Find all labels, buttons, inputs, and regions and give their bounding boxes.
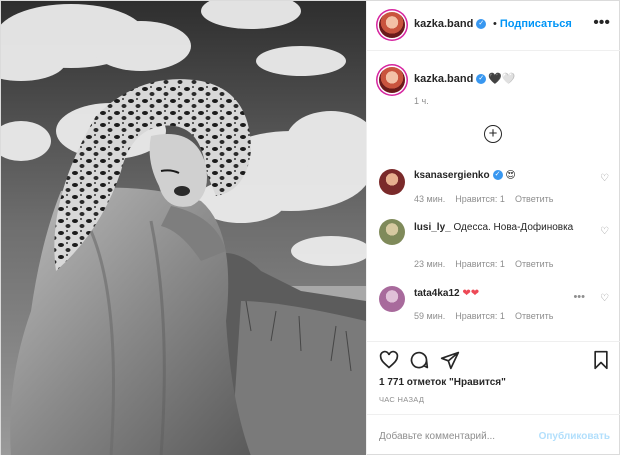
comment-text: ❤❤ [462,288,480,299]
bookmark-icon[interactable] [592,350,610,370]
verified-icon: ✓ [492,170,503,181]
comment-likes[interactable]: Нравится: 1 [455,194,505,204]
comment-bubble-icon[interactable] [409,350,429,370]
load-more-comments-icon[interactable]: + [484,125,502,143]
comment-meta: 59 мин. Нравится: 1 Ответить [414,311,563,321]
reply-button[interactable]: Ответить [515,259,553,269]
comment-meta: 43 мин. Нравится: 1 Ответить [414,194,563,204]
comment-avatar[interactable] [379,286,405,312]
more-options-icon[interactable]: ••• [593,14,610,32]
post-header: kazka.band ✓ • Подписаться ••• [367,1,620,51]
comment-avatar[interactable] [379,219,405,245]
comment-heart-icon[interactable]: ♡ [600,173,609,184]
comment-time[interactable]: 23 мин. [414,259,445,269]
comment-more-icon[interactable]: ••• [573,291,585,303]
comment-text: Одесса. Нова-Дофиновка [453,222,574,233]
post-photo[interactable] [1,1,366,455]
follow-button[interactable]: • Подписаться [493,18,572,30]
likes-count[interactable]: 1 771 отметок "Нравится" [379,377,506,388]
caption-username[interactable]: kazka.band ✓ [414,73,487,85]
caption-time[interactable]: 1 ч. [414,96,429,106]
comment-avatar[interactable] [379,169,405,195]
comment-time[interactable]: 43 мин. [414,194,445,204]
add-comment-bar: Добавьте комментарий... Опубликовать [367,414,620,455]
verified-icon: ✓ [476,19,487,30]
author-avatar[interactable] [379,12,405,38]
verified-icon: ✓ [476,74,487,85]
comment-username[interactable]: lusi_ly_ Одесса. Нова-Дофиновка [414,221,579,235]
share-send-icon[interactable] [440,350,460,370]
comment-likes[interactable]: Нравится: 1 [455,259,505,269]
comment-meta: 23 мин. Нравится: 1 Ответить [414,259,563,269]
like-heart-icon[interactable] [379,350,399,370]
action-bar [367,341,620,379]
photo-image [1,1,366,455]
comment-text: 😍 [505,170,516,181]
comment-input[interactable]: Добавьте комментарий... [379,431,495,442]
instagram-post: kazka.band ✓ • Подписаться ••• kazka.band ✓… [0,0,620,455]
comment-heart-icon[interactable]: ♡ [600,226,609,237]
post-sidebar: kazka.band ✓ • Подписаться ••• kazka.band ✓… [366,1,620,455]
post-time[interactable]: ЧАС НАЗАД [379,395,424,404]
caption-text: 🖤🤍 [488,73,516,85]
comment-likes[interactable]: Нравится: 1 [455,311,505,321]
comment-heart-icon[interactable]: ♡ [600,293,609,304]
comment-username[interactable]: tata4ka12 ❤❤ [414,288,479,299]
author-username[interactable]: kazka.band ✓ [414,18,487,30]
caption-avatar[interactable] [379,67,405,93]
reply-button[interactable]: Ответить [515,311,553,321]
reply-button[interactable]: Ответить [515,194,553,204]
publish-button[interactable]: Опубликовать [539,431,610,442]
comment-username[interactable]: ksanasergienko ✓ 😍 [414,170,516,181]
comment-time[interactable]: 59 мин. [414,311,445,321]
